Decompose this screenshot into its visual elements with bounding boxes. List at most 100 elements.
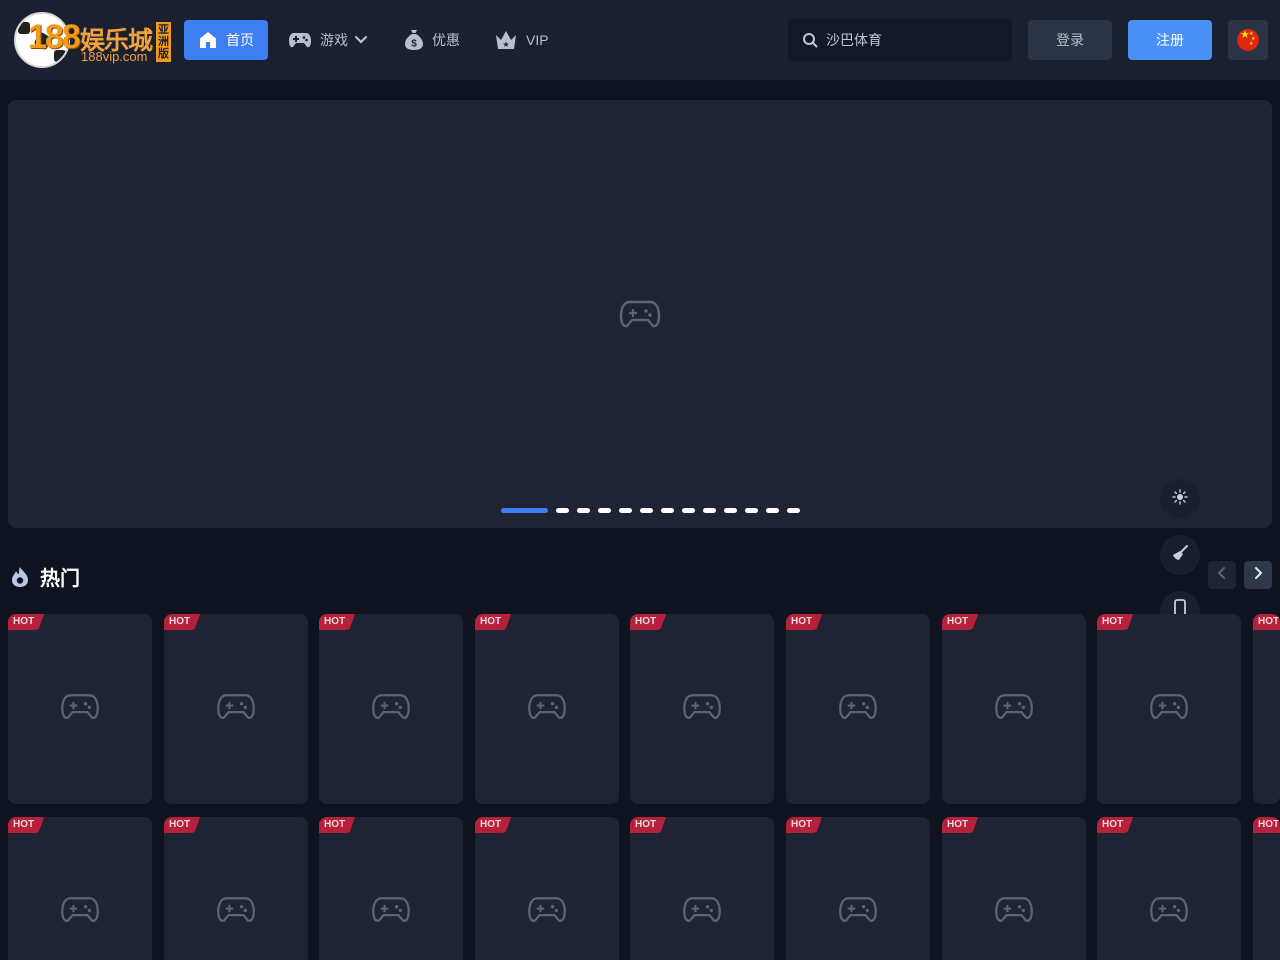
nav-promo-label: 优惠 (432, 32, 460, 48)
nav-vip[interactable]: ★ VIP (494, 20, 549, 60)
gamepad-icon (994, 693, 1034, 726)
hot-badge: HOT (1253, 614, 1280, 630)
game-card[interactable]: HOT (319, 817, 463, 960)
hot-badge: HOT (1253, 817, 1280, 833)
nav-promo[interactable]: $ 优惠 (404, 20, 460, 60)
theme-toggle-button[interactable] (1160, 479, 1200, 519)
banner-carousel[interactable] (8, 100, 1272, 528)
hot-badge: HOT (630, 614, 667, 630)
logo-number: 188 (28, 18, 81, 56)
gamepad-icon (619, 299, 661, 334)
gamepad-icon (838, 693, 878, 726)
hot-badge: HOT (1097, 817, 1134, 833)
hot-badge: HOT (8, 817, 45, 833)
carousel-dots (501, 508, 800, 513)
carousel-dot[interactable] (787, 508, 800, 513)
gamepad-icon (216, 693, 256, 726)
game-card[interactable]: HOT (164, 614, 308, 804)
carousel-dot[interactable] (703, 508, 716, 513)
game-card[interactable]: HOT (475, 817, 619, 960)
nav-games[interactable]: 游戏 (288, 20, 368, 60)
hot-badge: HOT (475, 614, 512, 630)
scroll-prev-button[interactable] (1208, 561, 1236, 589)
hot-badge: HOT (1097, 614, 1134, 630)
language-selector[interactable]: ★ ★ ★ ★ (1228, 20, 1268, 60)
hot-badge: HOT (475, 817, 512, 833)
fire-icon (10, 566, 30, 588)
hot-badge: HOT (630, 817, 667, 833)
hot-badge: HOT (942, 817, 979, 833)
game-card[interactable]: HOT (319, 614, 463, 804)
gamepad-icon (527, 693, 567, 726)
svg-text:$: $ (411, 39, 417, 50)
chevron-down-icon (354, 35, 368, 45)
gamepad-icon (994, 896, 1034, 929)
search-box[interactable]: 沙巴体育 (788, 19, 1012, 61)
china-flag-icon: ★ ★ ★ ★ (1237, 29, 1259, 51)
gamepad-icon (838, 896, 878, 929)
nav-vip-label: VIP (526, 32, 549, 48)
carousel-dot[interactable] (501, 508, 548, 513)
game-card[interactable]: HOT (475, 614, 619, 804)
gamepad-icon (60, 896, 100, 929)
carousel-dot[interactable] (682, 508, 695, 513)
gamepad-icon (288, 31, 312, 49)
login-button[interactable]: 登录 (1028, 20, 1112, 60)
game-card[interactable]: HOT (1253, 817, 1280, 960)
broom-icon (1171, 544, 1189, 567)
carousel-dot[interactable] (724, 508, 737, 513)
carousel-dot[interactable] (745, 508, 758, 513)
carousel-dot[interactable] (598, 508, 611, 513)
game-card[interactable]: HOT (1097, 614, 1241, 804)
chevron-left-icon (1217, 566, 1227, 585)
scroll-next-button[interactable] (1244, 561, 1272, 589)
svg-text:★: ★ (502, 40, 509, 49)
logo-tag: 亚洲版 (156, 22, 171, 62)
section-hot-label: 热门 (40, 568, 80, 590)
game-card[interactable]: HOT (1253, 614, 1280, 804)
site-logo[interactable]: 188 娱乐城 188vip.com 亚洲版 (14, 12, 172, 68)
search-text: 沙巴体育 (826, 32, 882, 48)
section-hot-title: 热门 (10, 562, 80, 591)
game-card[interactable]: HOT (942, 817, 1086, 960)
home-icon (198, 30, 218, 50)
game-card[interactable]: HOT (164, 817, 308, 960)
gamepad-icon (682, 896, 722, 929)
hot-badge: HOT (319, 614, 356, 630)
game-card[interactable]: HOT (942, 614, 1086, 804)
search-icon (802, 32, 818, 48)
clean-cache-button[interactable] (1160, 535, 1200, 575)
gamepad-icon (216, 896, 256, 929)
gamepad-icon (371, 896, 411, 929)
carousel-dot[interactable] (640, 508, 653, 513)
game-card[interactable]: HOT (786, 817, 930, 960)
nav-home-label: 首页 (226, 32, 254, 48)
money-bag-icon: $ (404, 29, 424, 51)
crown-icon: ★ (494, 29, 518, 51)
carousel-dot[interactable] (577, 508, 590, 513)
gamepad-icon (371, 693, 411, 726)
nav-home[interactable]: 首页 (184, 20, 268, 60)
register-button[interactable]: 注册 (1128, 20, 1212, 60)
gamepad-icon (1149, 896, 1189, 929)
hot-badge: HOT (319, 817, 356, 833)
game-card[interactable]: HOT (786, 614, 930, 804)
top-header: 188 娱乐城 188vip.com 亚洲版 首页 游戏 $ 优惠 ★ VIP (0, 0, 1280, 80)
carousel-dot[interactable] (619, 508, 632, 513)
carousel-dot[interactable] (766, 508, 779, 513)
game-card[interactable]: HOT (1097, 817, 1241, 960)
game-card[interactable]: HOT (630, 614, 774, 804)
logo-url: 188vip.com (81, 49, 148, 64)
sun-icon (1172, 488, 1188, 510)
nav-games-label: 游戏 (320, 32, 348, 48)
carousel-dot[interactable] (556, 508, 569, 513)
gamepad-icon (1149, 693, 1189, 726)
game-card[interactable]: HOT (8, 614, 152, 804)
hot-badge: HOT (164, 817, 201, 833)
game-card[interactable]: HOT (630, 817, 774, 960)
carousel-dot[interactable] (661, 508, 674, 513)
chevron-right-icon (1253, 566, 1263, 585)
game-card[interactable]: HOT (8, 817, 152, 960)
hot-badge: HOT (8, 614, 45, 630)
hot-badge: HOT (164, 614, 201, 630)
